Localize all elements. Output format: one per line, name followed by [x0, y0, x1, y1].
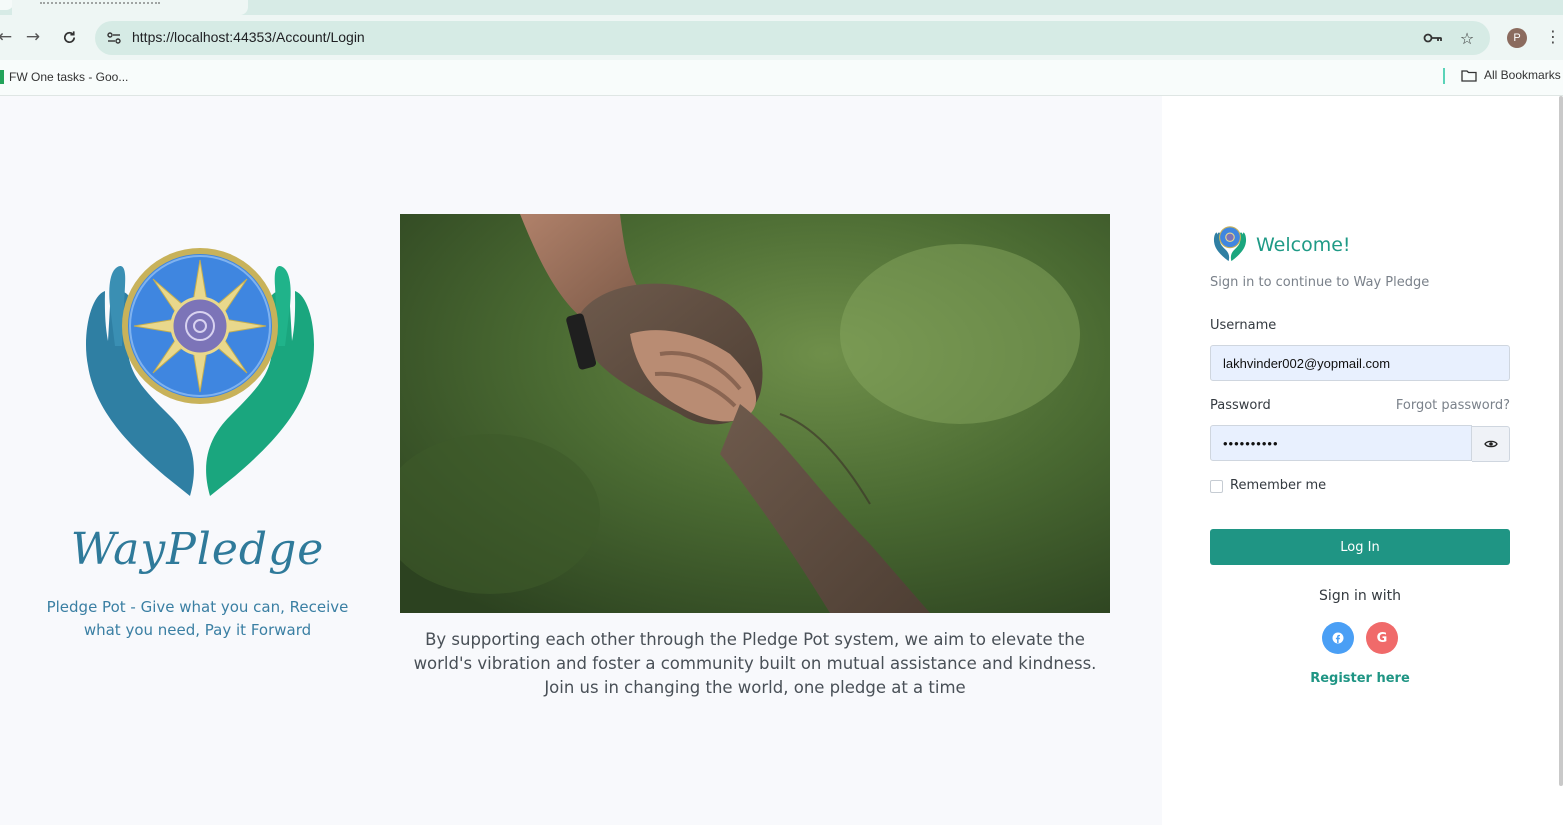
- username-label: Username: [1210, 318, 1277, 333]
- login-page: WayPledge Pledge Pot - Give what you can…: [0, 96, 1563, 825]
- forgot-password-link[interactable]: Forgot password?: [1396, 398, 1510, 413]
- facebook-icon: [1332, 632, 1344, 644]
- browser-toolbar: ← → https://localhost:44353/Account/Logi…: [0, 15, 1563, 60]
- tab-title: [40, 0, 160, 4]
- address-bar[interactable]: https://localhost:44353/Account/Login ☆: [95, 21, 1490, 55]
- username-field[interactable]: lakhvinder002@yopmail.com: [1210, 345, 1510, 381]
- menu-kebab-icon[interactable]: ⋮: [1545, 27, 1561, 49]
- remember-me-label[interactable]: Remember me: [1230, 478, 1326, 493]
- brand-wordmark: WayPledge: [70, 524, 325, 575]
- bookmarks-bar: FW One tasks - Goo... All Bookmarks: [0, 60, 1563, 96]
- all-bookmarks-label: All Bookmarks: [1484, 68, 1561, 82]
- bookmarks-divider: [1443, 68, 1445, 84]
- tab-active[interactable]: [12, 0, 248, 15]
- hero-caption: By supporting each other through the Ple…: [413, 630, 1097, 697]
- login-panel: Welcome! Sign in to continue to Way Pled…: [1162, 96, 1563, 825]
- password-label: Password: [1210, 398, 1271, 413]
- welcome-title: Welcome!: [1256, 234, 1351, 256]
- folder-icon: [1461, 69, 1477, 82]
- google-icon: G: [1376, 630, 1388, 646]
- hero-image: [400, 214, 1110, 613]
- tab-strip: [0, 0, 1563, 15]
- password-field[interactable]: ••••••••••: [1210, 425, 1472, 461]
- eye-icon: [1483, 440, 1498, 448]
- bookmark-favicon-icon: [0, 70, 4, 84]
- back-icon[interactable]: ←: [0, 24, 18, 50]
- facebook-login-button[interactable]: [1322, 622, 1354, 654]
- profile-avatar[interactable]: P: [1507, 28, 1527, 48]
- login-subtitle: Sign in to continue to Way Pledge: [1210, 275, 1430, 290]
- waypledge-logo: [85, 248, 315, 496]
- login-button[interactable]: Log In: [1210, 529, 1510, 565]
- all-bookmarks-button[interactable]: All Bookmarks: [1461, 68, 1561, 82]
- register-link[interactable]: Register here: [1210, 671, 1510, 686]
- site-settings-icon[interactable]: [105, 29, 123, 47]
- bookmark-item[interactable]: FW One tasks - Goo...: [0, 68, 128, 86]
- logo-small-icon: [1213, 226, 1247, 262]
- sign-in-with-label: Sign in with: [1319, 588, 1401, 604]
- welcome-header: Welcome!: [1210, 226, 1351, 264]
- password-key-icon[interactable]: [1423, 28, 1443, 48]
- remember-me-checkbox[interactable]: [1210, 480, 1223, 493]
- reload-icon[interactable]: [56, 24, 82, 50]
- google-login-button[interactable]: G: [1366, 622, 1398, 654]
- url-text[interactable]: https://localhost:44353/Account/Login: [132, 29, 365, 45]
- brand-tagline: Pledge Pot - Give what you can, Receive …: [46, 598, 349, 639]
- toggle-password-button[interactable]: [1472, 426, 1510, 462]
- page-scrollbar[interactable]: [1559, 96, 1563, 786]
- forward-icon[interactable]: →: [20, 24, 46, 50]
- bookmark-label: FW One tasks - Goo...: [9, 70, 129, 84]
- bookmark-star-icon[interactable]: ☆: [1457, 28, 1477, 48]
